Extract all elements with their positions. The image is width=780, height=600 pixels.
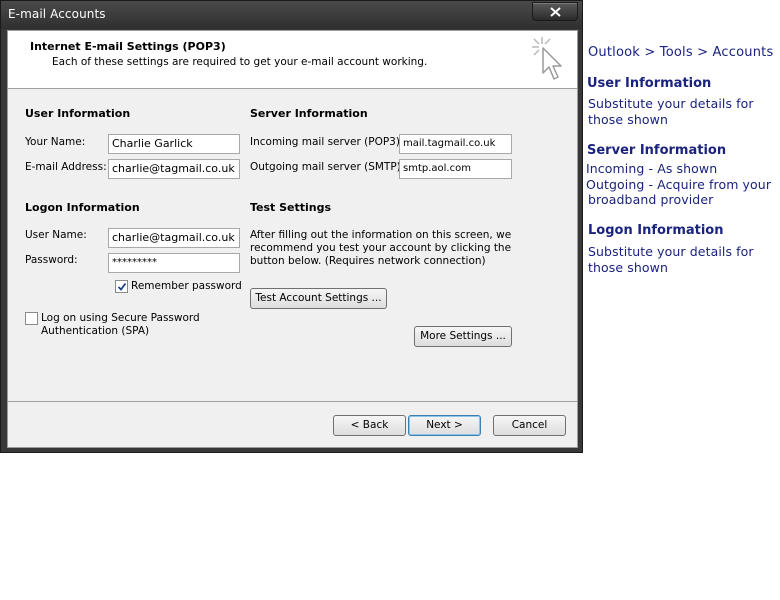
note-server-title: Server Information [587, 143, 727, 158]
note-user-line1: Substitute your details for [588, 96, 754, 111]
remember-password-checkbox[interactable] [115, 280, 128, 293]
note-server-line1: Incoming - As shown [586, 161, 718, 176]
password-field[interactable]: ********* [108, 253, 240, 273]
test-desc-line3: button below. (Requires network connecti… [250, 255, 486, 267]
note-server-line2: Outgoing - Acquire from your [586, 177, 772, 192]
logon-info-title: Logon Information [25, 201, 140, 214]
navigation-path-note: Outlook > Tools > Accounts [588, 45, 774, 60]
back-button[interactable]: < Back [333, 415, 406, 436]
header-subtitle: Each of these settings are required to g… [52, 56, 428, 68]
note-server-line3: broadband provider [588, 192, 714, 207]
title-bar[interactable]: E-mail Accounts [1, 1, 582, 29]
header-title: Internet E-mail Settings (POP3) [30, 40, 226, 53]
test-settings-title: Test Settings [250, 201, 332, 214]
wizard-header: Internet E-mail Settings (POP3) Each of … [8, 31, 577, 89]
incoming-server-label: Incoming mail server (POP3): [250, 136, 404, 148]
username-field[interactable]: charlie@tagmail.co.uk [108, 228, 240, 248]
wizard-cursor-icon [530, 35, 566, 87]
note-logon-line1: Substitute your details for [588, 244, 754, 259]
server-info-title: Server Information [250, 107, 368, 120]
email-address-field[interactable]: charlie@tagmail.co.uk [108, 159, 240, 179]
note-logon-line2: those shown [588, 260, 668, 275]
test-desc-line1: After filling out the information on thi… [250, 229, 512, 241]
note-logon-title: Logon Information [588, 223, 724, 238]
your-name-field[interactable]: Charlie Garlick [108, 134, 240, 154]
dialog-client-area: Internet E-mail Settings (POP3) Each of … [7, 30, 578, 448]
username-label: User Name: [25, 229, 87, 241]
cancel-button[interactable]: Cancel [493, 415, 566, 436]
outgoing-server-field[interactable]: smtp.aol.com [399, 159, 512, 179]
email-accounts-dialog: E-mail Accounts Internet E-mail Settings… [0, 0, 583, 453]
more-settings-button[interactable]: More Settings ... [414, 326, 512, 347]
note-user-line2: those shown [588, 112, 668, 127]
next-button[interactable]: Next > [408, 415, 481, 436]
spa-label-line1: Log on using Secure Password [41, 312, 200, 324]
remember-password-label: Remember password [131, 280, 242, 292]
close-button[interactable] [532, 2, 578, 21]
footer-divider [8, 401, 577, 402]
email-address-label: E-mail Address: [25, 161, 107, 173]
note-user-title: User Information [587, 76, 712, 91]
your-name-label: Your Name: [25, 136, 86, 148]
spa-label-line2: Authentication (SPA) [41, 325, 150, 337]
spa-checkbox[interactable] [25, 312, 38, 325]
user-info-title: User Information [25, 107, 131, 120]
outgoing-server-label: Outgoing mail server (SMTP): [250, 161, 405, 173]
test-account-settings-button[interactable]: Test Account Settings ... [250, 288, 387, 309]
password-label: Password: [25, 254, 78, 266]
window-title: E-mail Accounts [8, 7, 106, 21]
test-desc-line2: recommend you test your account by click… [250, 242, 512, 254]
incoming-server-field[interactable]: mail.tagmail.co.uk [399, 134, 512, 154]
